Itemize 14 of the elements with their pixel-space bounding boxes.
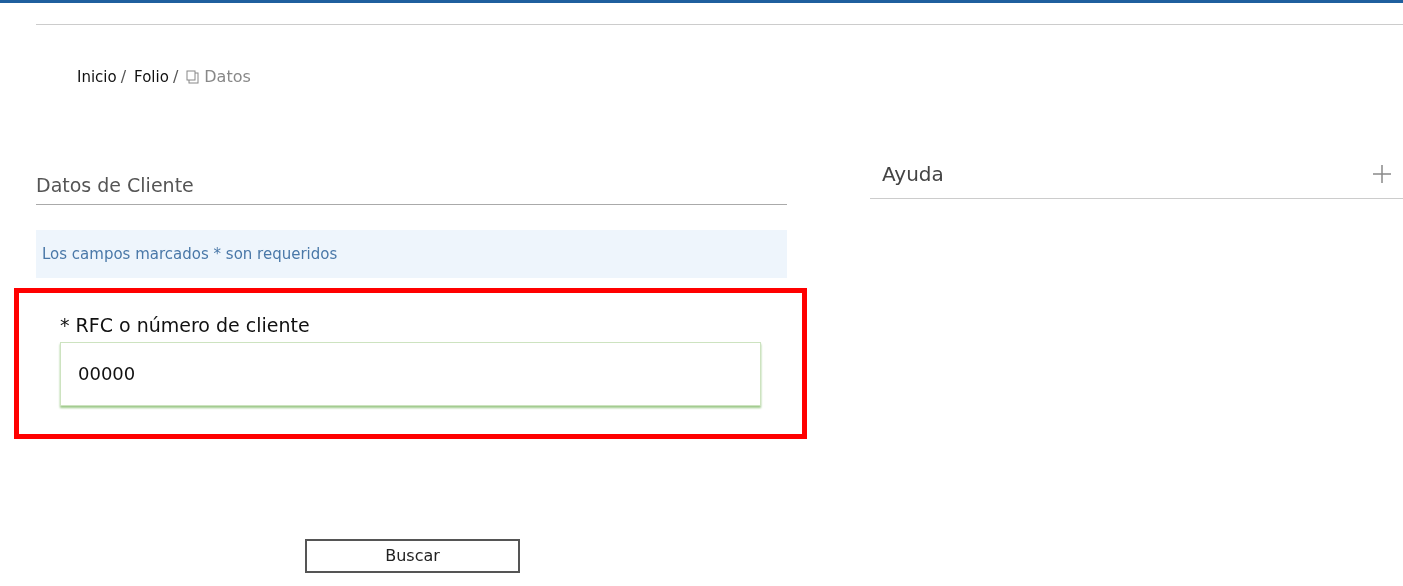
- help-title: Ayuda: [882, 161, 944, 188]
- plus-icon: [1373, 165, 1391, 183]
- breadcrumb-link[interactable]: Inicio: [77, 65, 117, 89]
- clipboard-icon: [186, 70, 201, 84]
- breadcrumb-separator: /: [172, 66, 179, 88]
- breadcrumb-link[interactable]: Folio: [134, 65, 169, 89]
- search-button[interactable]: Buscar: [305, 538, 520, 573]
- required-notice: Los campos marcados * son requeridos: [36, 229, 787, 278]
- field-label: * RFC o número de cliente: [60, 313, 311, 338]
- section-title: Datos de Cliente: [36, 171, 787, 205]
- breadcrumb-separator: /: [120, 66, 127, 88]
- breadcrumb-current: Datos: [204, 66, 251, 88]
- input-field[interactable]: 00000: [60, 341, 761, 406]
- help-header[interactable]: Ayuda: [870, 159, 1403, 199]
